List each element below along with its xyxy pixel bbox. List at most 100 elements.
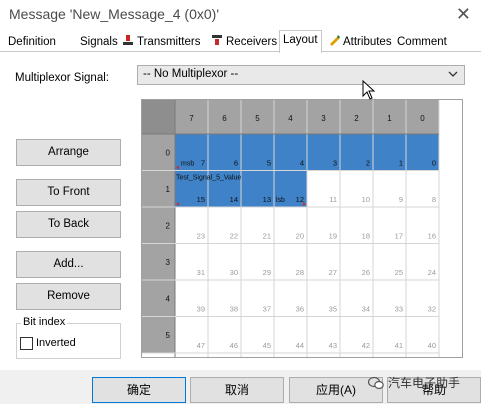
tab-label: Definition xyxy=(8,36,56,48)
column-header: 6 xyxy=(222,114,227,123)
bit-number: 3 xyxy=(333,159,337,168)
tab-label: Receivers xyxy=(226,36,278,48)
tab-receivers[interactable]: Receivers xyxy=(207,32,281,52)
bit-grid-canvas: 7 6 5 4 3 2 1 00123457 6 5 4 3 2 1 015 14 13 12 11 10 9 823 22… xyxy=(142,100,440,357)
bit-number: 23 xyxy=(197,232,205,241)
column-header: 1 xyxy=(387,114,392,123)
watermark-text: 汽车电子助手 xyxy=(388,376,461,390)
add-button[interactable]: Add... xyxy=(16,251,121,278)
row-header: 0 xyxy=(166,148,171,157)
bit-number: 13 xyxy=(263,195,271,204)
tab-label: Signals xyxy=(80,36,118,48)
bit-number: 27 xyxy=(329,268,337,277)
tab-attributes[interactable]: Attributes xyxy=(324,32,396,52)
bit-number: 17 xyxy=(395,232,403,241)
bit-number: 22 xyxy=(230,232,238,241)
bit-number: 39 xyxy=(197,305,205,314)
bit-number: 7 xyxy=(201,159,205,168)
column-header: 7 xyxy=(189,114,194,123)
bit-number: 10 xyxy=(362,195,370,204)
remove-button[interactable]: Remove xyxy=(16,283,121,310)
bit-number: 40 xyxy=(428,341,436,350)
bit-number: 36 xyxy=(296,305,304,314)
column-header: 4 xyxy=(288,114,293,123)
signal-name: Test_Signal_5_Value xyxy=(176,175,241,182)
column-header: 2 xyxy=(354,114,359,123)
bit-number: 42 xyxy=(362,341,370,350)
attributes-icon xyxy=(330,35,340,46)
bit-number: 9 xyxy=(399,195,403,204)
tab-definition[interactable]: Definition xyxy=(4,32,60,52)
bit-number: 32 xyxy=(428,305,436,314)
bit-index-title: Bit index xyxy=(21,316,68,328)
bit-number: 0 xyxy=(432,159,436,168)
bit-number: 20 xyxy=(296,232,304,241)
bit-number: 24 xyxy=(428,268,436,277)
layout-panel: Multiplexor Signal: -- No Multiplexor --… xyxy=(0,52,481,370)
wechat-icon xyxy=(368,376,384,390)
bit-number: 38 xyxy=(230,305,238,314)
ok-button[interactable]: 确定 xyxy=(92,377,186,403)
bit-number: 18 xyxy=(362,232,370,241)
tab-label: Comment xyxy=(397,36,447,48)
multiplexor-select[interactable]: -- No Multiplexor -- xyxy=(137,65,465,85)
inverted-label: Inverted xyxy=(36,337,76,349)
bit-number: 16 xyxy=(428,232,436,241)
title-bar: Message 'New_Message_4 (0x0)' ✕ xyxy=(0,0,481,30)
bit-number: 14 xyxy=(230,195,238,204)
bit-number: 33 xyxy=(395,305,403,314)
bit-number: 8 xyxy=(432,195,436,204)
bit-number: 21 xyxy=(263,232,271,241)
bit-index-group: Bit index Inverted xyxy=(16,316,121,359)
multiplexor-value: -- No Multiplexor -- xyxy=(143,68,239,80)
msb-marker: msb xyxy=(181,161,194,168)
bit-number: 19 xyxy=(329,232,337,241)
grid-corner xyxy=(142,100,175,134)
arrange-button[interactable]: Arrange xyxy=(16,139,121,166)
row-header: 5 xyxy=(166,331,171,340)
bit-number: 30 xyxy=(230,268,238,277)
bit-number: 47 xyxy=(197,341,205,350)
bit-layout-grid[interactable]: 7 6 5 4 3 2 1 0 0 1 2 3 4 5 7 6 5 4 3 2 1 0 15 14 13 12 11 10 9 8 23 22… xyxy=(141,99,463,358)
bit-number: 26 xyxy=(362,268,370,277)
column-header: 0 xyxy=(420,114,425,123)
bit-number: 2 xyxy=(366,159,370,168)
tab-label: Layout xyxy=(283,34,318,46)
tab-layout[interactable]: Layout xyxy=(279,30,322,53)
bit-number: 29 xyxy=(263,268,271,277)
bit-number: 1 xyxy=(399,159,403,168)
column-header: 5 xyxy=(255,114,260,123)
column-header: 3 xyxy=(321,114,326,123)
tab-comment[interactable]: Comment xyxy=(393,32,451,52)
bit-number: 44 xyxy=(296,341,304,350)
bit-number: 15 xyxy=(197,195,205,204)
bit-number: 37 xyxy=(263,305,271,314)
inverted-checkbox[interactable] xyxy=(20,337,33,350)
lsb-marker: lsb xyxy=(276,197,285,204)
bit-number: 28 xyxy=(296,268,304,277)
bit-number: 25 xyxy=(395,268,403,277)
bit-number: 12 xyxy=(296,195,304,204)
tab-label: Transmitters xyxy=(137,36,201,48)
tab-signals[interactable]: Signals xyxy=(76,32,122,52)
mouse-cursor-icon xyxy=(362,80,376,100)
transmitter-icon xyxy=(123,35,133,45)
row-header: 2 xyxy=(166,221,171,230)
tab-transmitters[interactable]: Transmitters xyxy=(118,32,204,52)
bit-number: 4 xyxy=(300,159,304,168)
bit-number: 45 xyxy=(263,341,271,350)
bit-number: 6 xyxy=(234,159,238,168)
row-header: 4 xyxy=(166,294,171,303)
watermark: 汽车电子助手 xyxy=(368,374,460,391)
row-header: 3 xyxy=(166,258,171,267)
to-front-button[interactable]: To Front xyxy=(16,179,121,206)
bit-number: 5 xyxy=(267,159,271,168)
bit-number: 34 xyxy=(362,305,370,314)
bit-number: 35 xyxy=(329,305,337,314)
cancel-button[interactable]: 取消 xyxy=(190,377,284,403)
to-back-button[interactable]: To Back xyxy=(16,211,121,238)
window-title: Message 'New_Message_4 (0x0)' xyxy=(9,6,219,22)
receiver-icon xyxy=(212,35,222,45)
close-icon[interactable]: ✕ xyxy=(456,4,471,25)
chevron-down-icon xyxy=(448,71,458,77)
